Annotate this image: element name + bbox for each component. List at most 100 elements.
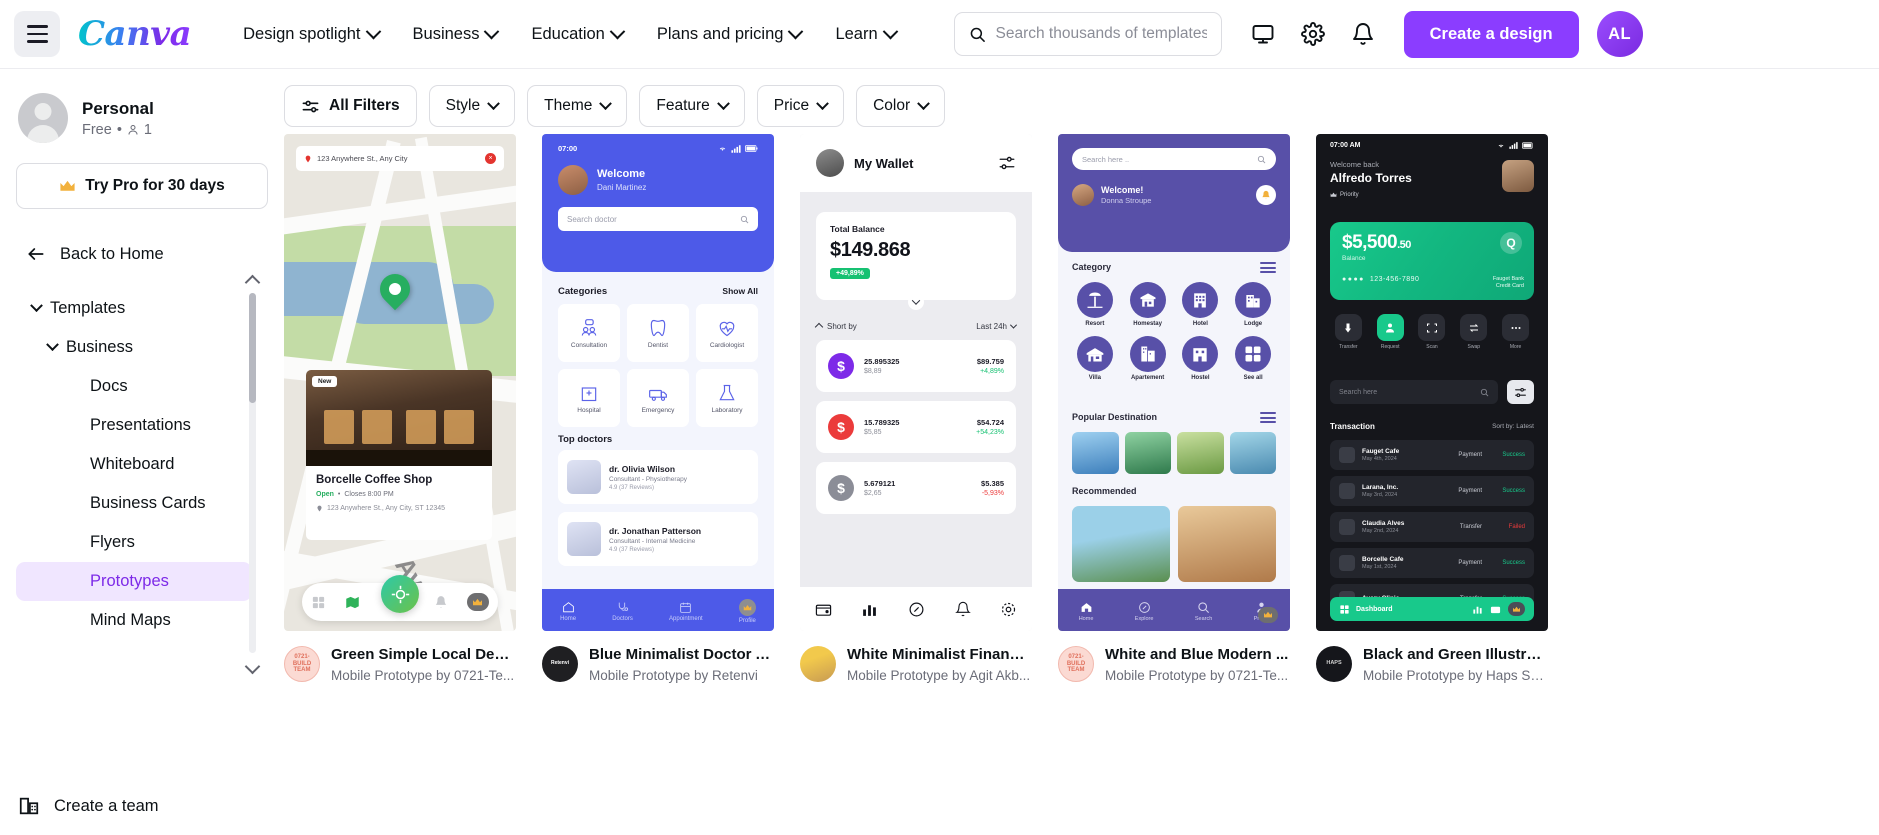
nav-item-design-spotlight[interactable]: Design spotlight: [229, 16, 392, 53]
template-thumbnail-doctor-app[interactable]: 07:00 Welcome Dani Martinez Search docto…: [542, 134, 774, 631]
chevron-down-icon[interactable]: [22, 299, 50, 313]
tree-item-templates[interactable]: Templates: [16, 289, 252, 328]
category-item[interactable]: Lodge: [1230, 282, 1276, 327]
recommended-thumbnail[interactable]: [1178, 506, 1276, 582]
template-card[interactable]: Search here .. Welcome! Donna Stroupe Ca…: [1058, 134, 1290, 683]
canva-logo[interactable]: Canva: [78, 17, 192, 51]
avatar[interactable]: [1502, 160, 1534, 192]
transaction-sort[interactable]: Sort by: Latest: [1492, 423, 1534, 430]
nav-item-search[interactable]: Search: [1195, 601, 1212, 622]
template-thumbnail-fintech-app[interactable]: 07:00 AM Welcome back Alfredo Torres Pri…: [1316, 134, 1548, 631]
template-thumbnail-wallet-app[interactable]: My Wallet Total Balance $149.868 +49,89%: [800, 134, 1032, 631]
category-item[interactable]: Villa: [1072, 336, 1118, 381]
compass-icon[interactable]: [908, 601, 925, 618]
category-item[interactable]: Hospital: [558, 369, 620, 427]
nav-item-plans-and-pricing[interactable]: Plans and pricing: [643, 16, 816, 53]
transaction-row[interactable]: Larana, Inc. May 3rd, 2024 Payment Succe…: [1330, 476, 1534, 506]
map-address-chip[interactable]: 123 Anywhere St., Any City ×: [296, 146, 504, 171]
notification-button[interactable]: [1256, 185, 1276, 205]
pro-badge[interactable]: [1258, 607, 1278, 623]
nav-item-home[interactable]: Home: [560, 601, 576, 622]
doctor-list-item[interactable]: dr. Olivia Wilson Consultant - Physiothe…: [558, 450, 758, 504]
create-a-team-button[interactable]: Create a team: [18, 795, 159, 817]
filter-color[interactable]: Color: [856, 85, 946, 127]
transaction-row[interactable]: Borcelle Cafe May 1st, 2024 Payment Succ…: [1330, 548, 1534, 578]
destination-thumbnail[interactable]: [1177, 432, 1224, 474]
search-input[interactable]: [995, 25, 1207, 43]
chevron-down-icon[interactable]: [38, 338, 66, 352]
tree-scrollbar-thumb[interactable]: [249, 293, 256, 403]
monitor-icon[interactable]: [1242, 13, 1284, 55]
sort-control[interactable]: Short by Last 24h: [814, 321, 1018, 331]
filter-style[interactable]: Style: [428, 85, 516, 127]
asset-row[interactable]: $ 25.895325 $8,89 $89.759 +4,89%: [816, 340, 1016, 392]
nav-item-learn[interactable]: Learn: [821, 16, 909, 53]
dashboard-bar[interactable]: Dashboard: [1330, 597, 1534, 621]
category-item[interactable]: Consultation: [558, 304, 620, 362]
profile-block[interactable]: Personal Free • 1: [0, 93, 284, 143]
bell-icon[interactable]: [1342, 13, 1384, 55]
create-a-design-button[interactable]: Create a design: [1403, 10, 1579, 58]
template-card[interactable]: 07:00 Welcome Dani Martinez Search docto…: [542, 134, 774, 683]
pro-badge[interactable]: [1508, 602, 1525, 616]
category-item[interactable]: Emergency: [627, 369, 689, 427]
category-item[interactable]: Hostel: [1178, 336, 1224, 381]
tree-item-flyers[interactable]: Flyers: [16, 523, 252, 562]
tree-item-mind-maps[interactable]: Mind Maps: [16, 601, 252, 640]
grid-icon[interactable]: [311, 595, 326, 610]
close-icon[interactable]: ×: [485, 153, 496, 164]
destination-thumbnail[interactable]: [1124, 432, 1171, 474]
menu-icon[interactable]: [1260, 412, 1276, 423]
doctor-search-field[interactable]: Search doctor: [558, 207, 758, 231]
fintech-search-field[interactable]: Search here: [1330, 380, 1498, 404]
tree-item-business-cards[interactable]: Business Cards: [16, 484, 252, 523]
action-swap[interactable]: Swap: [1455, 314, 1492, 350]
template-search-box[interactable]: [953, 12, 1222, 56]
tree-item-presentations[interactable]: Presentations: [16, 406, 252, 445]
filter-feature[interactable]: Feature: [639, 85, 745, 127]
all-filters-button[interactable]: All Filters: [284, 85, 417, 127]
back-to-home-link[interactable]: Back to Home: [16, 235, 268, 273]
transaction-row[interactable]: Fauget Cafe May 4th, 2024 Payment Succes…: [1330, 440, 1534, 470]
recommended-thumbnail[interactable]: [1072, 506, 1170, 582]
action-request[interactable]: Request: [1372, 314, 1409, 350]
bell-icon[interactable]: [434, 595, 448, 609]
tree-scroll-up-arrow[interactable]: [244, 274, 261, 291]
tree-item-business[interactable]: Business: [16, 328, 252, 367]
bar-chart-icon[interactable]: [861, 601, 878, 618]
gear-icon[interactable]: [1292, 13, 1334, 55]
category-item[interactable]: Cardiologist: [696, 304, 758, 362]
wallet-icon[interactable]: [1490, 604, 1501, 615]
asset-row[interactable]: $ 15.789325 $5,85 $54.724 +54,23%: [816, 401, 1016, 453]
try-pro-button[interactable]: Try Pro for 30 days: [16, 163, 268, 209]
template-thumbnail-travel-app[interactable]: Search here .. Welcome! Donna Stroupe Ca…: [1058, 134, 1290, 631]
filter-theme[interactable]: Theme: [527, 85, 628, 127]
map-icon[interactable]: [345, 595, 360, 610]
action-more[interactable]: More: [1497, 314, 1534, 350]
action-scan[interactable]: Scan: [1414, 314, 1451, 350]
category-item[interactable]: Dentist: [627, 304, 689, 362]
category-item-see-all[interactable]: See all: [1230, 336, 1276, 381]
period-selector[interactable]: Last 24h: [976, 321, 1018, 331]
template-card[interactable]: 07:00 AM Welcome back Alfredo Torres Pri…: [1316, 134, 1548, 683]
nav-item-explore[interactable]: Explore: [1135, 601, 1153, 622]
pro-badge[interactable]: [466, 593, 489, 611]
bell-icon[interactable]: [954, 601, 971, 617]
action-transfer[interactable]: Transfer: [1330, 314, 1367, 350]
expand-balance-button[interactable]: [908, 294, 924, 310]
wallet-icon[interactable]: [815, 601, 832, 618]
gear-icon[interactable]: [1000, 601, 1017, 618]
template-card[interactable]: My Wallet Total Balance $149.868 +49,89%: [800, 134, 1032, 683]
nav-item-education[interactable]: Education: [517, 16, 636, 53]
locate-me-button[interactable]: [381, 575, 419, 613]
tree-scroll-down-arrow[interactable]: [244, 658, 261, 675]
destination-thumbnail[interactable]: [1229, 432, 1276, 474]
category-item[interactable]: Apartement: [1125, 336, 1171, 381]
category-item[interactable]: Laboratory: [696, 369, 758, 427]
template-thumbnail-local-destination[interactable]: 123 Anywhere St., Any City × New Borcell…: [284, 134, 516, 631]
tree-item-docs[interactable]: Docs: [16, 367, 252, 406]
asset-row[interactable]: $ 5.679121 $2,65 $5.385 -5,93%: [816, 462, 1016, 514]
user-avatar[interactable]: AL: [1596, 11, 1643, 57]
menu-icon[interactable]: [1260, 262, 1276, 273]
nav-item-appointment[interactable]: Appointment: [669, 601, 703, 622]
